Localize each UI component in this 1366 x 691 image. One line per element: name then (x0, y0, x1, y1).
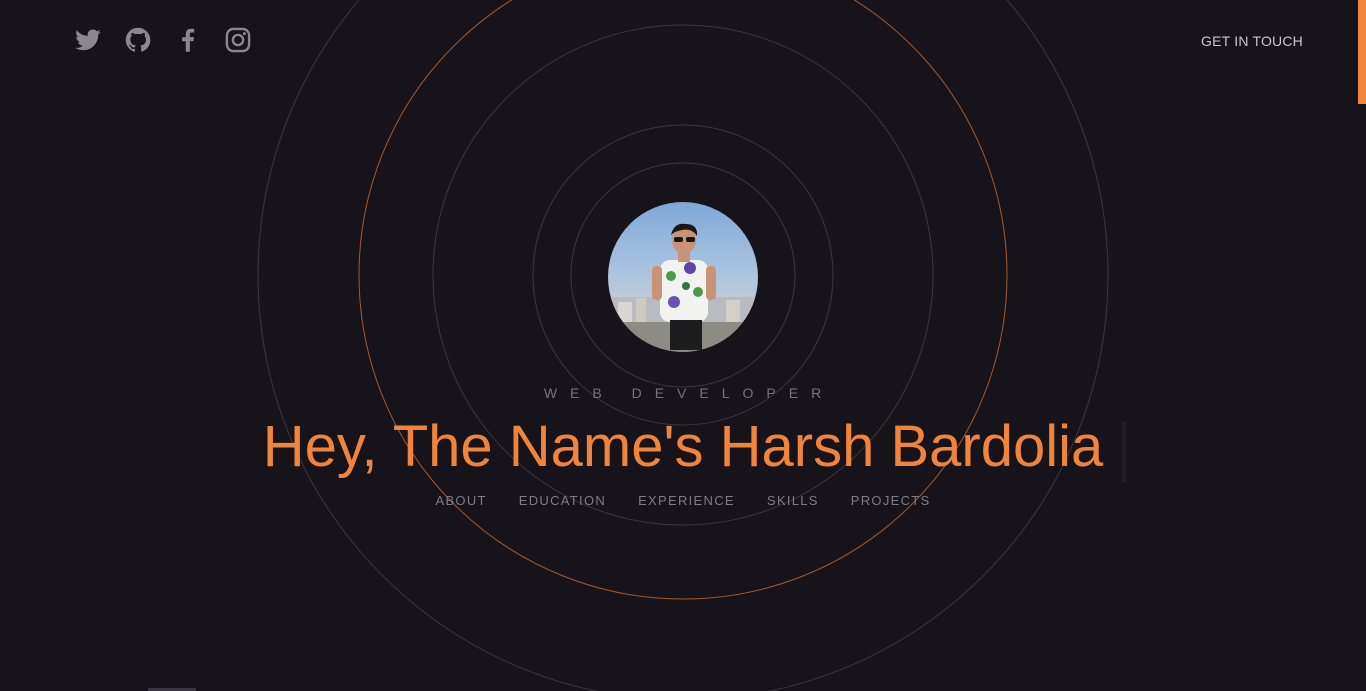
facebook-icon (182, 28, 195, 52)
github-icon (125, 27, 151, 52)
portfolio-page: GET IN TOUCH WEB DEVELOPER Hey, The Name (0, 0, 1366, 691)
twitter-link[interactable] (74, 26, 104, 54)
social-links (74, 26, 254, 54)
scroll-progress-bar (1358, 0, 1366, 104)
nav-link-experience[interactable]: EXPERIENCE (638, 493, 735, 508)
github-link[interactable] (124, 26, 154, 54)
typing-cursor (1122, 422, 1126, 482)
nav-link-skills[interactable]: SKILLS (767, 493, 819, 508)
section-nav: ABOUT EDUCATION EXPERIENCE SKILLS PROJEC… (0, 493, 1366, 508)
hero-headline: Hey, The Name's Harsh Bardolia (262, 414, 1104, 479)
facebook-link[interactable] (174, 26, 204, 54)
nav-link-about[interactable]: ABOUT (435, 493, 486, 508)
nav-link-projects[interactable]: PROJECTS (851, 493, 931, 508)
twitter-icon (75, 29, 101, 51)
profile-photo-illustration (608, 223, 758, 352)
get-in-touch-link[interactable]: GET IN TOUCH (1201, 33, 1303, 49)
instagram-link[interactable] (224, 26, 254, 54)
instagram-icon (225, 27, 251, 53)
profile-photo (608, 202, 758, 352)
nav-link-education[interactable]: EDUCATION (519, 493, 606, 508)
role-subtitle: WEB DEVELOPER (543, 385, 835, 401)
